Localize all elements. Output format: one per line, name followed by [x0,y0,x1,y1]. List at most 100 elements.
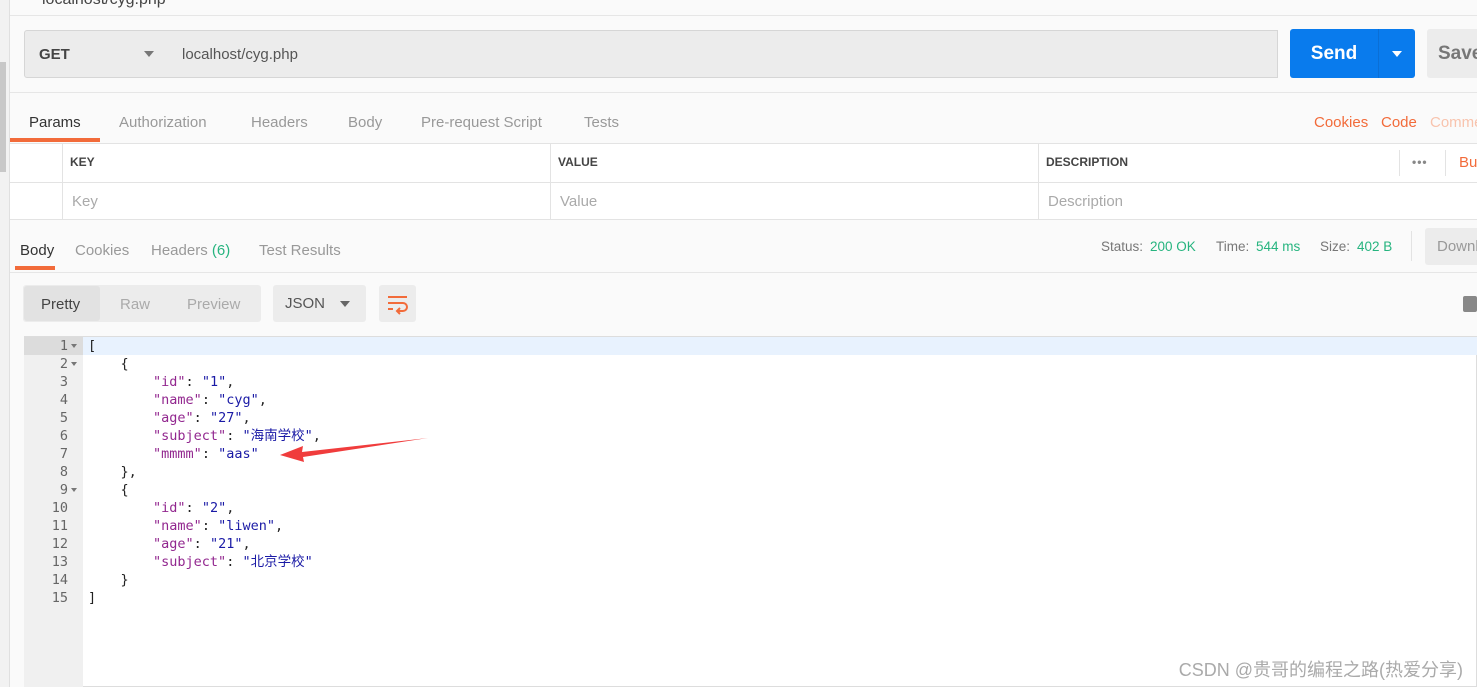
json-punct: , [242,536,251,552]
line-number: 3 [59,374,68,390]
json-punct: : [193,410,210,426]
code-text: "mmmm": "aas" [88,445,259,463]
caret-down-icon [144,51,154,57]
resp-tab-headers[interactable]: Headers (6) [151,242,230,259]
value-input[interactable]: Value [560,193,597,210]
json-string: "27" [209,410,243,426]
wrap-lines-button[interactable] [379,285,416,322]
json-string: "cyg" [218,392,259,408]
json-punct: , [258,392,267,408]
size-label: Size: [1320,239,1351,254]
tab-authorization[interactable]: Authorization [119,114,207,131]
mode-pretty[interactable]: Pretty [41,296,80,313]
code-line: 4 "name": "cyg", [24,391,1477,409]
json-punct: : [226,428,243,444]
code-text: { [88,355,129,373]
more-icon[interactable]: ••• [1412,155,1428,169]
method-select[interactable]: GET [24,30,169,78]
line-number: 15 [51,590,68,606]
json-punct: : [201,518,219,534]
download-button[interactable]: Download [1425,228,1477,265]
json-string: "2" [201,500,227,516]
resp-tab-body[interactable]: Body [20,242,54,259]
code-line: 7 "mmmm": "aas" [24,445,1477,463]
bulk-edit-link[interactable]: Bulk Edit [1459,154,1477,171]
resp-tab-test-results[interactable]: Test Results [259,242,341,259]
fold-toggle-icon[interactable] [71,344,77,348]
tab-pre-request-script[interactable]: Pre-request Script [421,114,542,131]
json-punct [88,500,153,516]
copy-icon[interactable] [1463,296,1477,312]
active-tab-indicator [15,266,55,270]
tab-headers[interactable]: Headers [251,114,308,131]
code-text: } [88,571,129,589]
divider [10,92,1477,93]
code-line: 12 "age": "21", [24,535,1477,553]
status-value: 200 OK [1150,239,1196,254]
code-text: "age": "21", [88,535,251,553]
request-title: localhost/cyg.php [42,0,166,9]
mode-preview[interactable]: Preview [187,296,240,313]
line-number: 6 [59,428,68,444]
time-value: 544 ms [1256,239,1301,254]
json-punct: , [274,518,284,534]
json-punct: [ [88,338,97,354]
json-punct: , [226,500,235,516]
fold-toggle-icon[interactable] [71,488,77,492]
json-key: "age" [153,536,194,552]
column-divider [550,144,551,220]
comments-link[interactable]: Comments [1430,114,1477,131]
divider [10,272,1477,273]
code-text: }, [88,463,137,481]
resp-tab-cookies[interactable]: Cookies [75,242,129,259]
headers-count: (6) [211,242,231,259]
tab-params[interactable]: Params [29,114,81,131]
code-text: "id": "1", [88,373,234,391]
json-key: "mmmm" [153,446,202,462]
code-text: "age": "27", [88,409,251,427]
code-text: { [88,481,129,499]
line-number: 8 [59,464,68,480]
code-text: "id": "2", [88,499,234,517]
send-button[interactable]: Send [1290,29,1378,78]
code-line: 11 "name": "liwen", [24,517,1477,535]
cookies-link[interactable]: Cookies [1314,114,1368,131]
line-number: 14 [51,572,68,588]
json-string: "1" [201,374,227,390]
status-label: Status: [1101,239,1144,254]
method-value: GET [39,46,70,63]
line-number: 12 [51,536,68,552]
send-options-button[interactable] [1378,29,1415,78]
json-string: "北京学校" [242,554,313,570]
key-input[interactable]: Key [72,193,98,210]
tab-tests[interactable]: Tests [584,114,619,131]
save-button[interactable]: Save [1427,29,1477,78]
code-link[interactable]: Code [1381,114,1417,131]
column-value: VALUE [558,155,598,169]
code-line: 2 { [24,355,1477,373]
fold-toggle-icon[interactable] [71,362,77,366]
description-input[interactable]: Description [1048,193,1123,210]
caret-down-icon [340,301,350,307]
json-punct [88,428,153,444]
tab-body[interactable]: Body [348,114,382,131]
format-select[interactable]: JSON [273,285,366,322]
line-number: 11 [51,518,68,534]
json-punct [88,446,153,462]
code-line: 8 }, [24,463,1477,481]
json-key: "name" [153,518,202,534]
json-punct [88,518,153,534]
mode-raw[interactable]: Raw [120,296,150,313]
json-punct: : [185,500,202,516]
column-divider [1445,150,1446,176]
line-number: 9 [59,482,68,498]
wrap-icon [388,296,408,315]
code-line: 6 "subject": "海南学校", [24,427,1477,445]
json-string: "21" [209,536,243,552]
code-text: [ [88,337,96,355]
line-number: 2 [59,356,68,372]
scrollbar-thumb[interactable] [0,62,6,172]
column-divider [1038,144,1039,220]
url-input[interactable]: localhost/cyg.php [168,30,1278,78]
watermark: CSDN @贵哥的编程之路(热爱分享) [1178,660,1463,680]
